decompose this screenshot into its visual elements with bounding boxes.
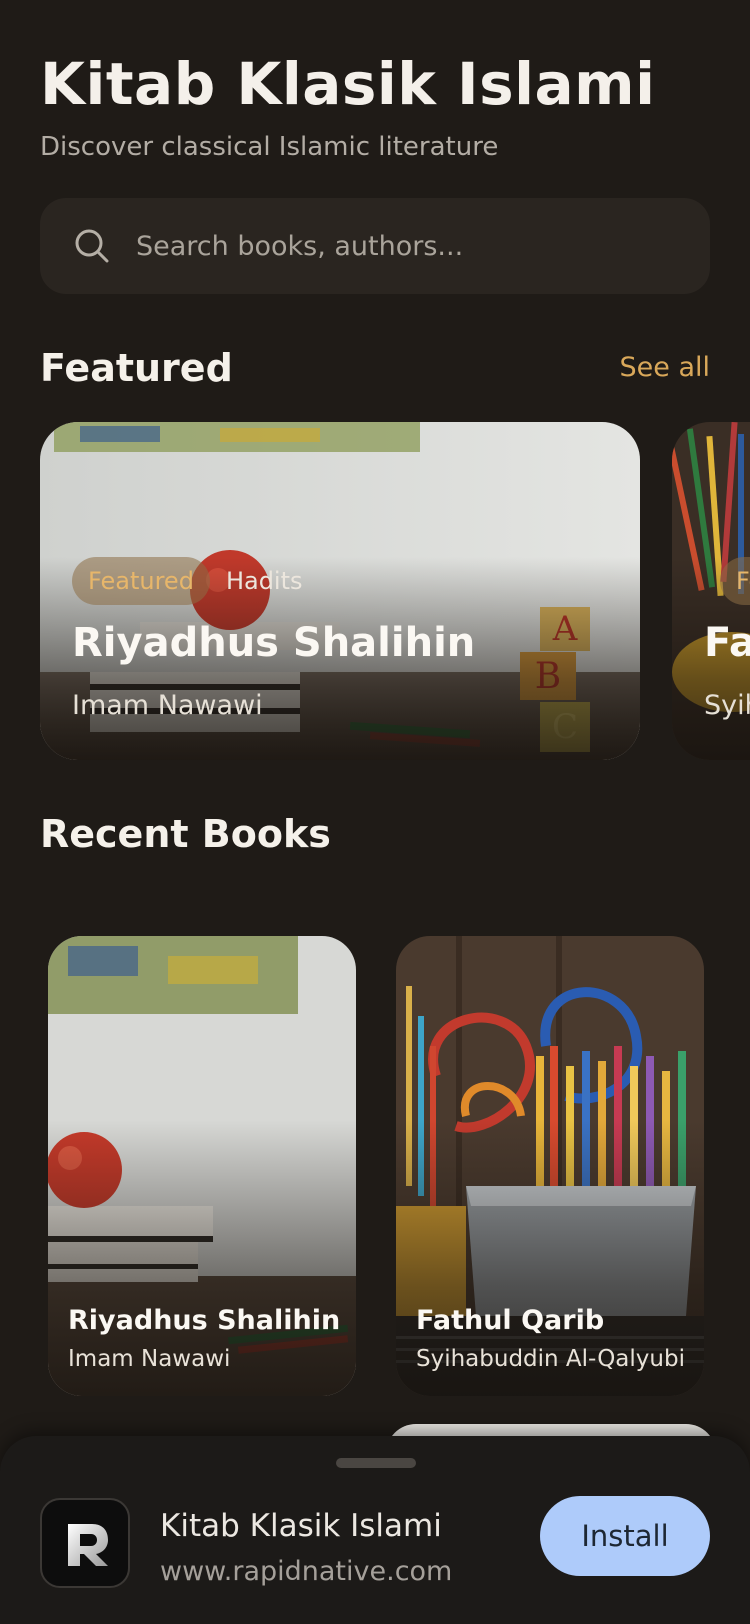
book-title: Riyadhus Shalihin xyxy=(68,1305,341,1336)
sheet-drag-handle[interactable] xyxy=(336,1458,416,1468)
tag-row: Featured Hadits xyxy=(72,557,303,605)
app-logo-icon xyxy=(40,1498,130,1588)
book-author: Imam Nawawi xyxy=(68,1346,231,1372)
page-subtitle: Discover classical Islamic literature xyxy=(40,132,499,162)
book-card[interactable]: Riyadhus Shalihin Imam Nawawi xyxy=(48,936,356,1396)
page-title: Kitab Klasik Islami xyxy=(40,50,656,118)
featured-card-title: Fa xyxy=(704,620,750,666)
featured-badge: Featured xyxy=(72,557,210,605)
tag-row: Fea xyxy=(720,557,750,605)
search-icon xyxy=(75,229,109,263)
banner-app-name: Kitab Klasik Islami xyxy=(160,1508,442,1544)
featured-card-author: Imam Nawawi xyxy=(72,690,263,721)
see-all-link[interactable]: See all xyxy=(620,352,711,383)
featured-section-title: Featured xyxy=(40,346,233,390)
featured-card-title: Riyadhus Shalihin xyxy=(72,620,476,666)
install-banner: Kitab Klasik Islami www.rapidnative.com … xyxy=(0,1436,750,1624)
featured-card[interactable]: A B C Featured Hadits Riyadhus Shalihin … xyxy=(40,422,640,760)
search-input[interactable] xyxy=(136,198,676,294)
install-button[interactable]: Install xyxy=(540,1496,710,1576)
search-bar[interactable] xyxy=(40,198,710,294)
book-title: Fathul Qarib xyxy=(416,1305,605,1336)
recent-section-title: Recent Books xyxy=(40,812,331,856)
featured-card-author: Syih xyxy=(704,690,750,721)
featured-card[interactable]: Fea Fa Syih xyxy=(672,422,750,760)
banner-app-url: www.rapidnative.com xyxy=(160,1556,453,1587)
featured-badge: Fea xyxy=(720,557,750,605)
book-author: Syihabuddin Al-Qalyubi xyxy=(416,1346,685,1372)
book-card[interactable]: Fathul Qarib Syihabuddin Al-Qalyubi xyxy=(396,936,704,1396)
category-tag: Hadits xyxy=(225,567,303,595)
